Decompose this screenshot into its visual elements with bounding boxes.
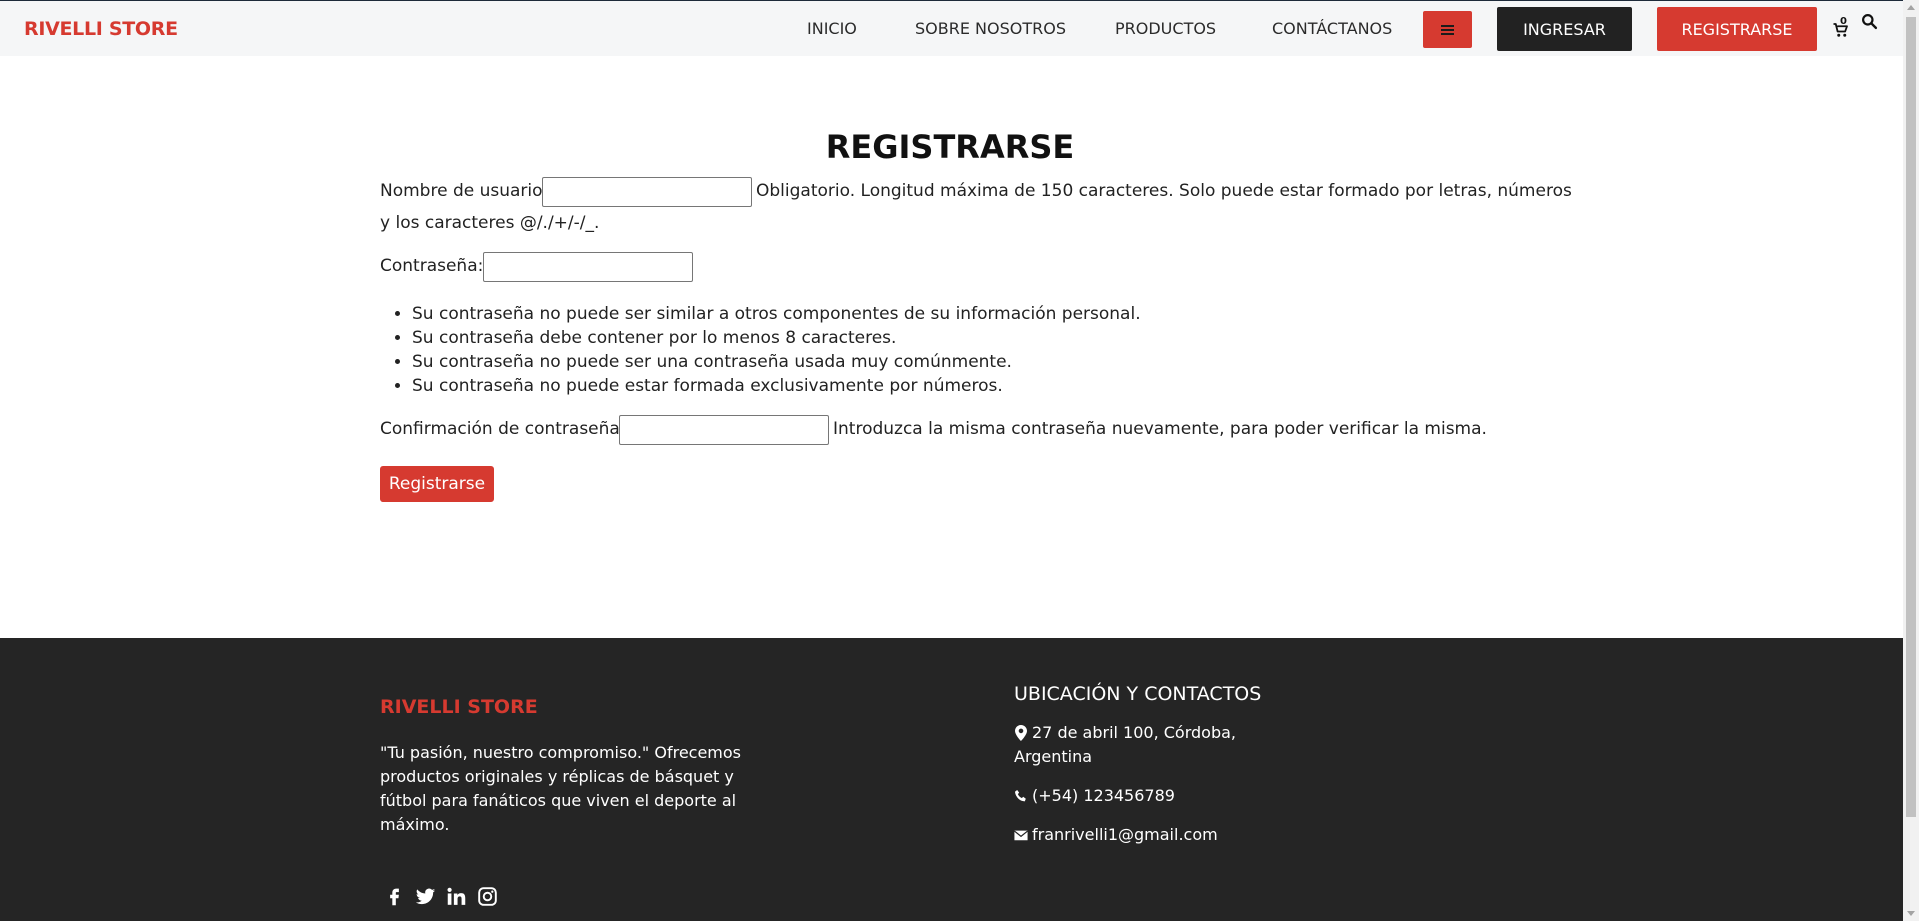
cart-count-badge: 0 bbox=[1840, 16, 1847, 27]
envelope-icon bbox=[1014, 830, 1028, 841]
twitter-icon[interactable] bbox=[415, 886, 436, 907]
footer-address-line2: Argentina bbox=[1014, 747, 1093, 766]
username-input[interactable] bbox=[542, 177, 752, 207]
cart-button[interactable]: 0 bbox=[1832, 16, 1854, 41]
map-marker-icon bbox=[1015, 725, 1027, 741]
scroll-down-arrow-icon[interactable] bbox=[1907, 911, 1915, 916]
search-button[interactable] bbox=[1861, 13, 1879, 31]
footer-contact-heading: UBICACIÓN Y CONTACTOS bbox=[1014, 683, 1262, 705]
hamburger-icon bbox=[1441, 24, 1454, 35]
password-rules-list: Su contraseña no puede ser similar a otr… bbox=[412, 302, 1141, 398]
footer-tagline: "Tu pasión, nuestro compromiso." Ofrecem… bbox=[380, 743, 742, 834]
phone-icon bbox=[1014, 790, 1026, 802]
nav-link-productos[interactable]: PRODUCTOS bbox=[1115, 19, 1216, 38]
password-rule: Su contraseña no puede ser una contraseñ… bbox=[412, 350, 1141, 374]
menu-toggle-button[interactable] bbox=[1423, 11, 1472, 48]
footer: RIVELLI STORE "Tu pasión, nuestro compro… bbox=[0, 638, 1903, 921]
linkedin-icon[interactable] bbox=[446, 886, 467, 907]
password-rule: Su contraseña debe contener por lo menos… bbox=[412, 326, 1141, 350]
nav-link-inicio[interactable]: INICIO bbox=[807, 19, 857, 38]
confirm-password-label: Confirmación de contraseña: bbox=[380, 419, 626, 439]
footer-address: 27 de abril 100, Córdoba, Argentina bbox=[1014, 721, 1236, 769]
login-button[interactable]: INGRESAR bbox=[1497, 7, 1632, 51]
page-scrollbar[interactable] bbox=[1903, 0, 1919, 921]
navbar: RIVELLI STORE INICIO SOBRE NOSOTROS PROD… bbox=[0, 0, 1903, 56]
password-label: Contraseña: bbox=[380, 256, 484, 276]
footer-phone-number: (+54) 123456789 bbox=[1032, 786, 1175, 805]
scrollbar-thumb[interactable] bbox=[1906, 17, 1916, 817]
footer-phone: (+54) 123456789 bbox=[1014, 784, 1175, 808]
footer-email: franrivelli1@gmail.com bbox=[1014, 823, 1218, 847]
instagram-icon[interactable] bbox=[477, 886, 498, 907]
page-title: REGISTRARSE bbox=[825, 128, 1075, 166]
register-button[interactable]: REGISTRARSE bbox=[1657, 7, 1817, 51]
search-icon bbox=[1862, 14, 1878, 30]
footer-email-address[interactable]: franrivelli1@gmail.com bbox=[1032, 823, 1218, 847]
nav-link-sobre-nosotros[interactable]: SOBRE NOSOTROS bbox=[915, 19, 1066, 38]
password-input[interactable] bbox=[483, 252, 693, 282]
footer-address-line1: 27 de abril 100, Córdoba, bbox=[1032, 723, 1237, 742]
nav-link-contactanos[interactable]: CONTÁCTANOS bbox=[1272, 19, 1392, 38]
page: RIVELLI STORE INICIO SOBRE NOSOTROS PROD… bbox=[0, 0, 1919, 921]
scroll-up-arrow-icon[interactable] bbox=[1907, 5, 1915, 10]
brand-logo[interactable]: RIVELLI STORE bbox=[24, 18, 178, 40]
username-help: Obligatorio. Longitud máxima de 150 cara… bbox=[756, 181, 1572, 201]
facebook-icon[interactable] bbox=[384, 886, 405, 907]
confirm-password-input[interactable] bbox=[619, 415, 829, 445]
username-label: Nombre de usuario: bbox=[380, 181, 549, 201]
confirm-password-help: Introduzca la misma contraseña nuevament… bbox=[833, 419, 1487, 439]
submit-register-button[interactable]: Registrarse bbox=[380, 466, 494, 502]
social-links bbox=[384, 886, 498, 907]
footer-brand: RIVELLI STORE bbox=[380, 696, 538, 718]
password-rule: Su contraseña no puede estar formada exc… bbox=[412, 374, 1141, 398]
username-help-cont: y los caracteres @/./+/-/_. bbox=[380, 213, 600, 233]
password-rule: Su contraseña no puede ser similar a otr… bbox=[412, 302, 1141, 326]
